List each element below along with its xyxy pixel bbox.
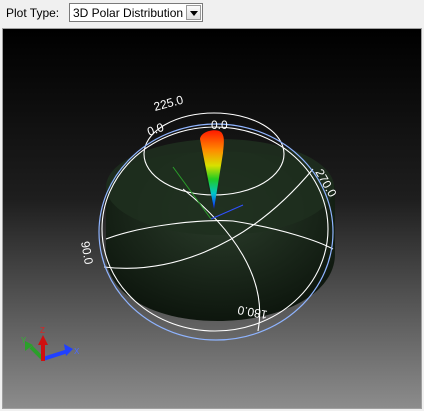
plot-type-dropdown[interactable]: 3D Polar Distribution bbox=[69, 3, 203, 22]
toolbar: Plot Type: 3D Polar Distribution bbox=[0, 0, 424, 27]
polar-plot-canvas: 0.0 0.0 225.0 270.0 90.0 180.0 X Y Z bbox=[3, 29, 421, 408]
triad-z-label: Z bbox=[40, 326, 45, 335]
plot-type-label: Plot Type: bbox=[6, 6, 60, 20]
plot-type-selected-value: 3D Polar Distribution bbox=[73, 6, 184, 20]
dropdown-button[interactable] bbox=[186, 5, 201, 20]
triad-y-label: Y bbox=[21, 336, 27, 345]
angle-label-top-mid: 0.0 bbox=[211, 118, 228, 132]
triad-x-label: X bbox=[74, 347, 80, 356]
3d-plot-viewport[interactable]: 0.0 0.0 225.0 270.0 90.0 180.0 X Y Z bbox=[2, 28, 422, 409]
chevron-down-icon bbox=[190, 11, 198, 16]
